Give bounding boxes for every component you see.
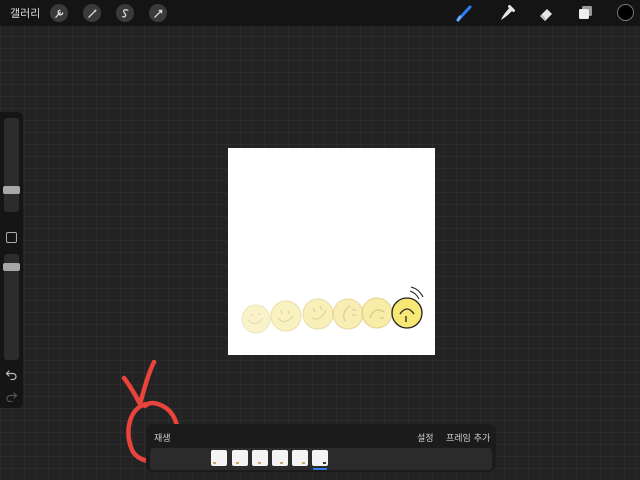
undo-icon[interactable] [5, 368, 18, 380]
smiley-faces-drawing [241, 286, 424, 334]
opacity-thumb[interactable] [3, 263, 20, 271]
modify-button[interactable] [6, 232, 17, 243]
layers-icon[interactable] [576, 3, 596, 23]
selection-icon[interactable] [116, 4, 134, 22]
frame-thumbnail[interactable] [232, 450, 248, 466]
smiley-face [361, 297, 393, 329]
frame-thumbnail[interactable] [211, 450, 227, 466]
top-toolbar: 갤러리 [0, 0, 640, 26]
gallery-button[interactable]: 갤러리 [10, 5, 40, 21]
wrench-icon[interactable] [50, 4, 68, 22]
selected-frame-indicator [313, 468, 327, 470]
smiley-face [332, 298, 364, 330]
redo-icon[interactable] [5, 390, 18, 402]
play-button[interactable]: 재생 [154, 431, 171, 444]
frame-thumbnail[interactable] [292, 450, 308, 466]
brush-size-slider[interactable] [4, 118, 19, 212]
smiley-face [270, 300, 302, 332]
brush-size-thumb[interactable] [3, 186, 20, 194]
smiley-face [302, 298, 334, 330]
smudge-icon[interactable] [497, 3, 517, 23]
brush-icon[interactable] [455, 3, 475, 23]
frame-thumbnail-selected[interactable] [312, 450, 328, 466]
settings-button[interactable]: 설정 [417, 431, 434, 444]
eraser-icon[interactable] [536, 3, 556, 23]
frame-thumbnail[interactable] [252, 450, 268, 466]
smiley-face-current [391, 286, 424, 329]
animation-timeline: 재생 설정 프레임 추가 [146, 424, 496, 472]
left-sidebar [0, 112, 23, 408]
smiley-face [241, 304, 271, 334]
transform-arrow-icon[interactable] [149, 4, 167, 22]
color-picker-button[interactable] [617, 4, 634, 21]
magic-wand-icon[interactable] [83, 4, 101, 22]
add-frame-button[interactable]: 프레임 추가 [446, 431, 490, 444]
frame-thumbnail[interactable] [272, 450, 288, 466]
drawing-canvas[interactable] [228, 148, 435, 355]
